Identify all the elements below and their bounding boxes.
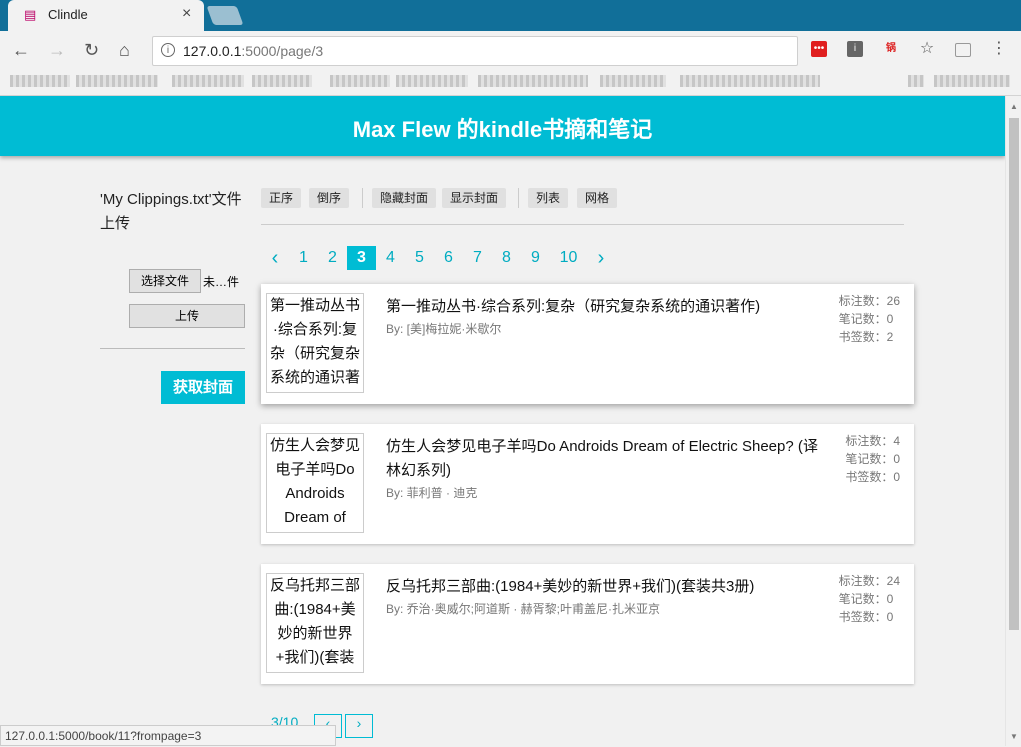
bottom-next-button[interactable]: › [345, 714, 373, 738]
extension-red-icon[interactable]: ••• [811, 41, 827, 57]
url-path: :5000/page/3 [241, 43, 324, 59]
file-status: 未…件 [203, 275, 240, 289]
bookmark-item[interactable] [252, 75, 312, 87]
star-icon[interactable]: ☆ [919, 41, 935, 57]
tab-strip: ▤ Clindle × [0, 0, 1021, 31]
bookmark-item[interactable] [76, 75, 158, 87]
status-bar: 127.0.0.1:5000/book/11?frompage=3 [0, 725, 336, 746]
page-viewport: Max Flew 的kindle书摘和笔记 'My Clippings.txt'… [0, 96, 1005, 746]
book-title[interactable]: 仿生人会梦见电子羊吗Do Androids Dream of Electric … [386, 435, 818, 483]
notepad-icon: ▤ [24, 7, 37, 22]
highlight-count: 标注数：26 [838, 294, 900, 308]
sort-desc-button[interactable]: 倒序 [309, 188, 350, 208]
note-count: 笔记数：0 [838, 312, 894, 326]
book-cover[interactable]: 第一推动丛书·综合系列:复杂（研究复杂系统的通识著作） [266, 293, 364, 393]
scroll-down-icon[interactable]: ▼ [1010, 732, 1018, 741]
sidebar-divider [100, 348, 245, 349]
tab-title: Clindle [48, 7, 88, 22]
page-title: Max Flew 的kindle书摘和笔记 [352, 117, 653, 142]
book-title[interactable]: 第一推动丛书·综合系列:复杂（研究复杂系统的通识著作) [386, 295, 818, 319]
page-link-current[interactable]: 3 [347, 246, 376, 270]
bookmark-item[interactable] [680, 75, 820, 87]
scrollbar-thumb[interactable] [1009, 118, 1019, 630]
page-link[interactable]: 8 [492, 246, 521, 270]
bookmark-count: 书签数：2 [838, 330, 894, 344]
home-icon[interactable]: ⌂ [119, 39, 130, 61]
extension-pot-icon[interactable]: 锅 [883, 41, 899, 57]
toolbar-separator [518, 188, 519, 208]
info-icon[interactable]: i [161, 43, 175, 57]
bookmark-item[interactable] [10, 75, 70, 87]
book-card[interactable]: 第一推动丛书·综合系列:复杂（研究复杂系统的通识著作） 第一推动丛书·综合系列:… [261, 284, 914, 404]
page-link[interactable]: 4 [376, 246, 405, 270]
bookmark-item[interactable] [330, 75, 390, 87]
extension-info-icon[interactable]: i [847, 41, 863, 57]
book-author: By: [美]梅拉妮·米歇尔 [386, 322, 502, 336]
list-view-button[interactable]: 列表 [528, 188, 569, 208]
highlight-count: 标注数：24 [838, 574, 900, 588]
scrollbar[interactable]: ▲ ▼ [1005, 96, 1021, 746]
show-covers-button[interactable]: 显示封面 [442, 188, 507, 208]
hide-covers-button[interactable]: 隐藏封面 [372, 188, 437, 208]
bookmark-item[interactable] [600, 75, 666, 87]
bookmarks-bar [0, 69, 1021, 96]
grid-view-button[interactable]: 网格 [577, 188, 618, 208]
address-bar[interactable]: i 127.0.0.1:5000/page/3 [152, 36, 798, 66]
book-author: By: 乔治·奥威尔;阿道斯 · 赫胥黎;叶甫盖尼·扎米亚京 [386, 602, 660, 616]
fetch-covers-button[interactable]: 获取封面 [161, 371, 245, 404]
page-link[interactable]: 10 [550, 246, 587, 270]
book-card[interactable]: 反乌托邦三部曲:(1984+美妙的新世界+我们)(套装共3册) 反乌托邦三部曲:… [261, 564, 914, 684]
book-card[interactable]: 仿生人会梦见电子羊吗Do Androids Dream of Electric … [261, 424, 914, 544]
sort-asc-button[interactable]: 正序 [261, 188, 302, 208]
book-author: By: 菲利普 · 迪克 [386, 486, 478, 500]
content-divider [261, 224, 904, 225]
page-link[interactable]: 1 [289, 246, 318, 270]
book-cover[interactable]: 反乌托邦三部曲:(1984+美妙的新世界+我们)(套装共3册) [266, 573, 364, 673]
url-text: 127.0.0.1:5000/page/3 [183, 43, 323, 59]
close-icon[interactable]: × [182, 5, 191, 23]
page-link[interactable]: 7 [463, 246, 492, 270]
next-page-link[interactable]: › [589, 246, 613, 270]
scroll-up-icon[interactable]: ▲ [1010, 102, 1018, 111]
note-count: 笔记数：0 [845, 452, 900, 466]
choose-file-button[interactable]: 选择文件 [129, 269, 201, 293]
book-stats: 标注数：24 笔记数：0 书签数：0 [839, 572, 900, 626]
url-host: 127.0.0.1 [183, 43, 242, 59]
page-link[interactable]: 5 [405, 246, 434, 270]
prev-page-link[interactable]: ‹ [262, 246, 288, 270]
menu-icon[interactable]: ⋮ [991, 41, 1007, 57]
bookmark-item[interactable] [934, 75, 1010, 87]
tab-clindle[interactable]: ▤ Clindle × [8, 0, 204, 31]
bookmark-item[interactable] [172, 75, 244, 87]
toolbar-separator [362, 188, 363, 208]
book-stats: 标注数：4 笔记数：0 书签数：0 [845, 432, 900, 486]
book-title[interactable]: 反乌托邦三部曲:(1984+美妙的新世界+我们)(套装共3册) [386, 575, 818, 599]
browser-toolbar: ← → ↻ ⌂ i 127.0.0.1:5000/page/3 ••• i 锅 … [0, 31, 1021, 69]
upload-button[interactable]: 上传 [129, 304, 245, 328]
bookmark-item[interactable] [396, 75, 468, 87]
extension-window-icon[interactable] [955, 43, 971, 57]
page-link[interactable]: 9 [521, 246, 550, 270]
back-icon[interactable]: ← [12, 39, 30, 61]
bookmark-count: 书签数：0 [845, 470, 900, 484]
note-count: 笔记数：0 [838, 592, 894, 606]
upload-title: 'My Clippings.txt'文件上传 [100, 191, 242, 232]
bookmark-item[interactable] [478, 75, 588, 87]
site-header: Max Flew 的kindle书摘和笔记 [0, 96, 1005, 156]
book-stats: 标注数：26 笔记数：0 书签数：2 [839, 292, 900, 346]
book-cover[interactable]: 仿生人会梦见电子羊吗Do Androids Dream of Electric … [266, 433, 364, 533]
reload-icon[interactable]: ↻ [84, 39, 99, 61]
bookmark-count: 书签数：0 [838, 610, 894, 624]
forward-icon[interactable]: → [48, 39, 66, 61]
page-link[interactable]: 2 [318, 246, 347, 270]
bookmark-item[interactable] [908, 75, 924, 87]
new-tab-button[interactable] [206, 6, 244, 25]
page-link[interactable]: 6 [434, 246, 463, 270]
highlight-count: 标注数：4 [845, 434, 900, 448]
